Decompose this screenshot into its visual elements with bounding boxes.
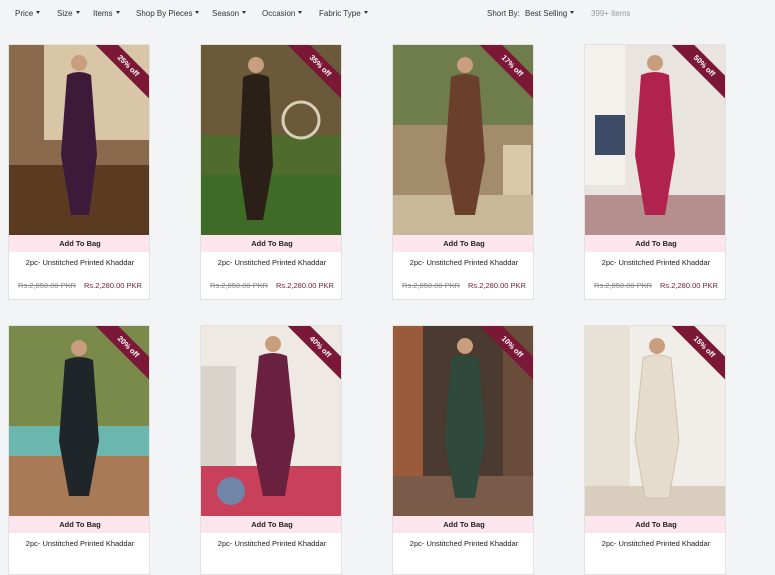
add-to-bag-button[interactable]: Add To Bag xyxy=(585,516,725,533)
product-title[interactable]: 2pc- Unstitched Printed Khaddar xyxy=(585,258,725,267)
product-card[interactable]: 20% off Add To Bag 2pc- Unstitched Print… xyxy=(8,325,150,575)
product-price: Rs.2,850.00 PKR Rs.2,280.00 PKR xyxy=(585,281,725,290)
product-card[interactable]: 35% off Add To Bag 2pc- Unstitched Print… xyxy=(200,44,342,300)
filter-bar: Price Size Items Shop By Pieces Season O… xyxy=(0,0,775,30)
sale-price: Rs.2,280.00 PKR xyxy=(468,281,526,290)
product-title[interactable]: 2pc- Unstitched Printed Khaddar xyxy=(393,539,533,548)
old-price: Rs.2,850.00 PKR xyxy=(18,281,76,290)
filter-label: Fabric Type xyxy=(319,9,361,18)
caret-down-icon xyxy=(115,11,120,14)
sale-price: Rs.2,280.00 PKR xyxy=(660,281,718,290)
add-to-bag-button[interactable]: Add To Bag xyxy=(393,235,533,252)
sort-select[interactable]: Best Selling xyxy=(525,9,575,18)
product-image[interactable]: 20% off xyxy=(9,326,149,516)
filter-size[interactable]: Size xyxy=(57,9,80,21)
filter-label: Price xyxy=(15,9,34,18)
product-title[interactable]: 2pc- Unstitched Printed Khaddar xyxy=(201,539,341,548)
filter-label: Items xyxy=(93,9,113,18)
product-title[interactable]: 2pc- Unstitched Printed Khaddar xyxy=(9,258,149,267)
filter-label: Occasion xyxy=(262,9,296,18)
caret-down-icon xyxy=(242,11,247,14)
product-image[interactable]: 25% off xyxy=(9,45,149,235)
sale-price: Rs.2,280.00 PKR xyxy=(276,281,334,290)
old-price: Rs.2,850.00 PKR xyxy=(594,281,652,290)
filter-price[interactable]: Price xyxy=(15,9,41,21)
old-price: Rs.2,850.00 PKR xyxy=(402,281,460,290)
product-title[interactable]: 2pc- Unstitched Printed Khaddar xyxy=(585,539,725,548)
product-image[interactable]: 35% off xyxy=(201,45,341,235)
add-to-bag-button[interactable]: Add To Bag xyxy=(201,235,341,252)
caret-down-icon xyxy=(570,11,575,14)
old-price: Rs.2,850.00 PKR xyxy=(210,281,268,290)
product-image[interactable]: 50% off xyxy=(585,45,725,235)
caret-down-icon xyxy=(298,11,303,14)
product-image[interactable]: 17% off xyxy=(393,45,533,235)
sale-price: Rs.2,280.00 PKR xyxy=(84,281,142,290)
caret-down-icon xyxy=(36,11,41,14)
product-price: Rs.2,850.00 PKR Rs.2,280.00 PKR xyxy=(201,281,341,290)
product-image[interactable]: 10% off xyxy=(393,326,533,516)
add-to-bag-button[interactable]: Add To Bag xyxy=(201,516,341,533)
add-to-bag-button[interactable]: Add To Bag xyxy=(585,235,725,252)
product-title[interactable]: 2pc- Unstitched Printed Khaddar xyxy=(201,258,341,267)
caret-down-icon xyxy=(363,11,368,14)
product-card[interactable]: 25% off Add To Bag 2pc- Unstitched Print… xyxy=(8,44,150,300)
item-count: 399+ items xyxy=(591,9,631,18)
product-price: Rs.2,850.00 PKR Rs.2,280.00 PKR xyxy=(9,281,149,290)
add-to-bag-button[interactable]: Add To Bag xyxy=(393,516,533,533)
product-card[interactable]: 15% off Add To Bag 2pc- Unstitched Print… xyxy=(584,325,726,575)
product-card[interactable]: 40% off Add To Bag 2pc- Unstitched Print… xyxy=(200,325,342,575)
filter-label: Season xyxy=(212,9,240,18)
product-title[interactable]: 2pc- Unstitched Printed Khaddar xyxy=(393,258,533,267)
product-card[interactable]: 10% off Add To Bag 2pc- Unstitched Print… xyxy=(392,325,534,575)
add-to-bag-button[interactable]: Add To Bag xyxy=(9,235,149,252)
product-card[interactable]: 50% off Add To Bag 2pc- Unstitched Print… xyxy=(584,44,726,300)
filter-shop-by-pieces[interactable]: Shop By Pieces xyxy=(136,9,200,21)
sort-label: Short By: xyxy=(487,9,520,18)
filter-occasion[interactable]: Occasion xyxy=(262,9,303,21)
filter-items[interactable]: Items xyxy=(93,9,120,21)
caret-down-icon xyxy=(75,11,80,14)
add-to-bag-button[interactable]: Add To Bag xyxy=(9,516,149,533)
product-title[interactable]: 2pc- Unstitched Printed Khaddar xyxy=(9,539,149,548)
filter-label: Shop By Pieces xyxy=(136,9,193,18)
sort-value: Best Selling xyxy=(525,9,568,18)
product-card[interactable]: 17% off Add To Bag 2pc- Unstitched Print… xyxy=(392,44,534,300)
filter-fabric-type[interactable]: Fabric Type xyxy=(319,9,368,21)
product-image[interactable]: 15% off xyxy=(585,326,725,516)
product-image[interactable]: 40% off xyxy=(201,326,341,516)
filter-season[interactable]: Season xyxy=(212,9,247,21)
caret-down-icon xyxy=(195,11,200,14)
filter-label: Size xyxy=(57,9,73,18)
product-price: Rs.2,850.00 PKR Rs.2,280.00 PKR xyxy=(393,281,533,290)
